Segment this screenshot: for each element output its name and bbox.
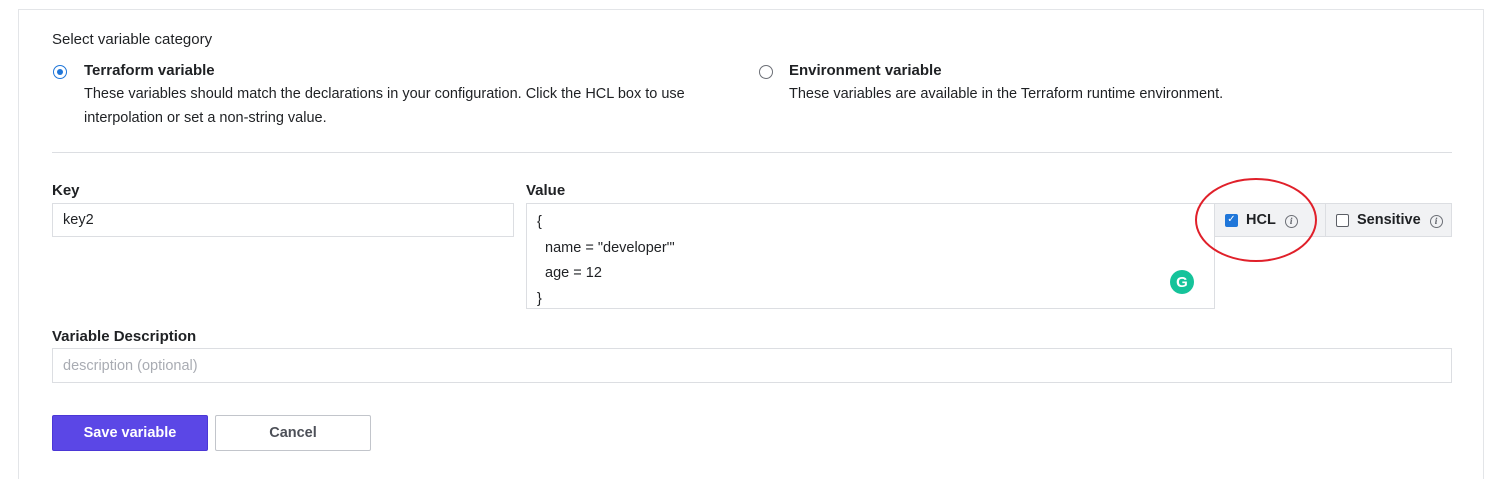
key-label: Key — [52, 182, 80, 199]
hcl-checkbox[interactable]: ✓ — [1225, 213, 1238, 227]
section-divider — [52, 152, 1452, 153]
variable-options-group: ✓ HCL i Sensitive i — [1214, 203, 1452, 237]
radio-terraform-variable[interactable] — [53, 65, 67, 79]
description-label: Variable Description — [52, 328, 197, 345]
terraform-variable-desc-line2: interpolation or set a non-string value. — [84, 110, 327, 126]
key-input[interactable]: key2 — [52, 203, 514, 237]
sensitive-option[interactable]: Sensitive i — [1325, 204, 1451, 236]
hcl-info-icon[interactable]: i — [1284, 215, 1298, 228]
environment-variable-label[interactable]: Environment variable — [789, 62, 942, 79]
environment-variable-desc: These variables are available in the Ter… — [789, 86, 1224, 102]
sensitive-label[interactable]: Sensitive — [1357, 212, 1421, 228]
hcl-label[interactable]: HCL — [1246, 212, 1276, 228]
terraform-variable-label[interactable]: Terraform variable — [84, 62, 215, 79]
value-label: Value — [526, 182, 566, 199]
radio-environment-variable[interactable] — [759, 65, 773, 79]
description-input[interactable]: description (optional) — [52, 348, 1452, 383]
cancel-button[interactable]: Cancel — [215, 415, 371, 451]
key-input-value: key2 — [63, 212, 94, 228]
save-variable-button[interactable]: Save variable — [52, 415, 208, 451]
category-title: Select variable category — [52, 31, 213, 48]
description-placeholder: description (optional) — [63, 357, 198, 374]
terraform-variable-desc-line1: These variables should match the declara… — [84, 86, 685, 102]
sensitive-info-icon[interactable]: i — [1429, 215, 1443, 228]
value-textarea[interactable]: { name = "developer'" age = 12 } — [526, 203, 1215, 309]
grammarly-icon[interactable]: G — [1170, 270, 1194, 294]
sensitive-checkbox[interactable] — [1336, 213, 1349, 227]
hcl-option[interactable]: ✓ HCL i — [1215, 204, 1325, 236]
